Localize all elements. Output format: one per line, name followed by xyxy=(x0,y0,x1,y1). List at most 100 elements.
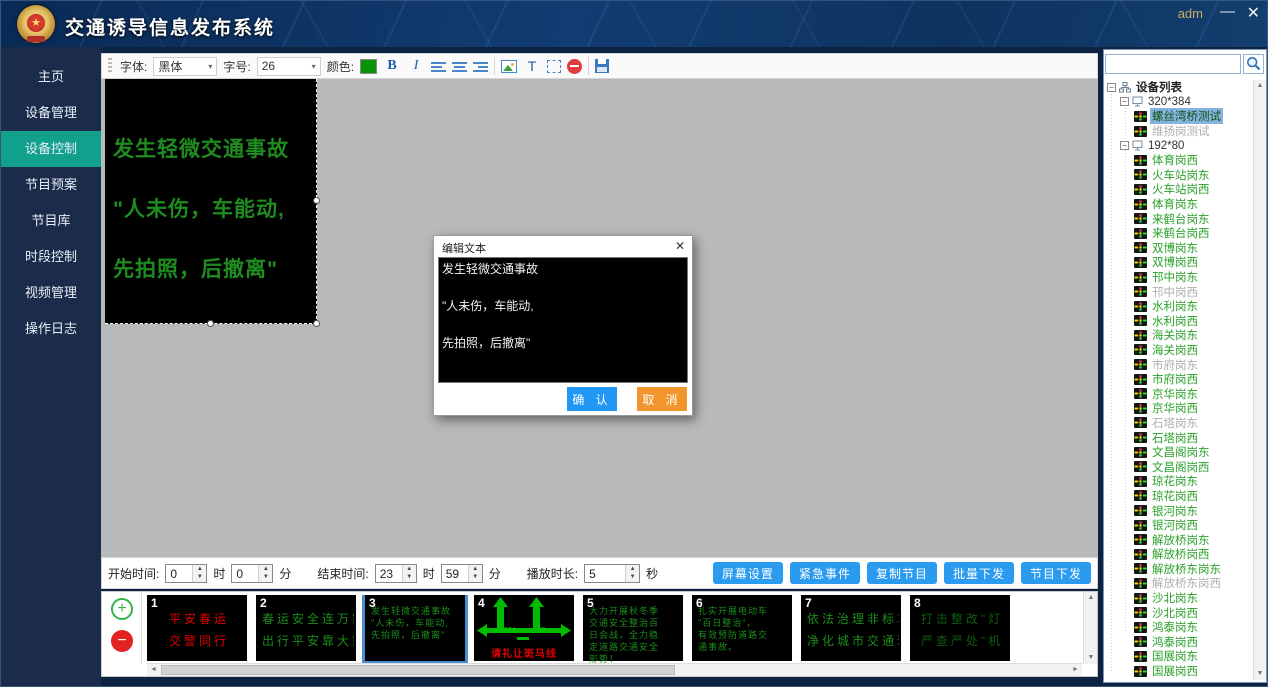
tree-device-2-8[interactable]: 双博岗西 xyxy=(1104,255,1253,270)
dialog-textarea[interactable]: 发生轻微交通事故 "人未伤，车能动, 先拍照，后撤离" xyxy=(438,257,688,383)
remove-program-button[interactable]: − xyxy=(111,630,133,652)
thumbs-vertical-scrollbar[interactable]: ▲ ▼ xyxy=(1083,592,1097,664)
program-thumbnail-8[interactable]: 8打击整改"灯严查严处"机 xyxy=(910,595,1010,661)
delete-item-icon[interactable] xyxy=(567,59,582,74)
tree-group-2[interactable]: −192*80 xyxy=(1104,138,1253,153)
thumbs-horizontal-scrollbar[interactable]: ◄ ► xyxy=(147,663,1082,676)
spin-up-icon[interactable]: ▲ xyxy=(469,565,482,574)
tree-device-2-11[interactable]: 水利岗东 xyxy=(1104,299,1253,314)
tree-device-2-16[interactable]: 市府岗西 xyxy=(1104,372,1253,387)
tree-device-2-35[interactable]: 国展岗东 xyxy=(1104,649,1253,664)
sidebar-item-7[interactable]: 视频管理 xyxy=(1,275,101,311)
tree-device-2-3[interactable]: 火车站岗西 xyxy=(1104,182,1253,197)
search-button[interactable] xyxy=(1243,54,1264,74)
end-hour-stepper[interactable]: 23 ▲▼ xyxy=(375,564,417,583)
scrollbar-thumb[interactable] xyxy=(161,665,675,675)
tree-device-2-1[interactable]: 体育岗西 xyxy=(1104,153,1253,168)
scroll-left-icon[interactable]: ◄ xyxy=(147,664,160,676)
sidebar-item-3[interactable]: 设备控制 xyxy=(1,131,101,167)
spin-down-icon[interactable]: ▼ xyxy=(469,573,482,582)
scroll-down-icon[interactable]: ▼ xyxy=(1084,652,1098,664)
tree-device-2-21[interactable]: 文昌阁岗东 xyxy=(1104,445,1253,460)
program-thumbnail-3[interactable]: 3发生轻微交通事故"人未伤，车能动,先拍照，后撤离" xyxy=(365,595,465,661)
tree-device-2-18[interactable]: 京华岗西 xyxy=(1104,401,1253,416)
tree-device-2-14[interactable]: 海关岗西 xyxy=(1104,343,1253,358)
italic-button[interactable]: I xyxy=(407,57,425,75)
program-thumbnail-2[interactable]: 2春运安全连万家出行平安靠大家 xyxy=(256,595,356,661)
program-thumbnail-7[interactable]: 7依法治理非标车辆净化城市交通环境 xyxy=(801,595,901,661)
action-button-4[interactable]: 批量下发 xyxy=(944,562,1014,584)
spin-up-icon[interactable]: ▲ xyxy=(626,565,639,574)
text-tool-icon[interactable]: T xyxy=(523,57,541,75)
cancel-button[interactable]: 取 消 xyxy=(637,387,687,411)
tree-device-2-32[interactable]: 沙北岗西 xyxy=(1104,605,1253,620)
edit-canvas[interactable]: 发生轻微交通事故"人未伤，车能动,先拍照，后撤离" 编辑文本 ✕ 发生轻微交通事… xyxy=(101,79,1098,557)
scroll-right-icon[interactable]: ► xyxy=(1069,664,1082,676)
align-left-icon[interactable] xyxy=(431,59,446,73)
tree-root[interactable]: −设备列表 xyxy=(1104,80,1253,95)
confirm-button[interactable]: 确 认 xyxy=(567,387,617,411)
tree-device-2-22[interactable]: 文昌阁岗西 xyxy=(1104,459,1253,474)
minimize-icon[interactable]: — xyxy=(1220,3,1235,20)
sidebar-item-1[interactable]: 主页 xyxy=(1,59,101,95)
tree-device-2-30[interactable]: 解放桥东岗西 xyxy=(1104,576,1253,591)
spin-down-icon[interactable]: ▼ xyxy=(193,573,206,582)
action-button-2[interactable]: 紧急事件 xyxy=(790,562,860,584)
tree-device-2-6[interactable]: 来鹤台岗西 xyxy=(1104,226,1253,241)
color-swatch[interactable] xyxy=(360,59,377,74)
program-thumbnail-6[interactable]: 6扎实开展电动车"百日整治"，有效预防道路交通事故。 xyxy=(692,595,792,661)
sidebar-item-8[interactable]: 操作日志 xyxy=(1,311,101,347)
led-preview[interactable]: 发生轻微交通事故"人未伤，车能动,先拍照，后撤离" xyxy=(105,79,317,324)
add-program-button[interactable]: + xyxy=(111,598,133,620)
tree-device-2-9[interactable]: 邗中岗东 xyxy=(1104,270,1253,285)
action-button-5[interactable]: 节目下发 xyxy=(1021,562,1091,584)
align-center-icon[interactable] xyxy=(452,59,467,73)
spin-down-icon[interactable]: ▼ xyxy=(626,573,639,582)
spin-up-icon[interactable]: ▲ xyxy=(193,565,206,574)
tree-device-2-15[interactable]: 市府岗东 xyxy=(1104,357,1253,372)
collapse-icon[interactable]: − xyxy=(1107,83,1116,92)
tree-device-2-2[interactable]: 火车站岗东 xyxy=(1104,168,1253,183)
tree-device-2-17[interactable]: 京华岗东 xyxy=(1104,386,1253,401)
spin-up-icon[interactable]: ▲ xyxy=(403,565,416,574)
tree-device-2-27[interactable]: 解放桥岗东 xyxy=(1104,532,1253,547)
toolbar-grip[interactable] xyxy=(108,58,112,74)
fit-screen-icon[interactable] xyxy=(547,60,561,73)
tree-device-2-13[interactable]: 海关岗东 xyxy=(1104,328,1253,343)
tree-device-2-23[interactable]: 琼花岗东 xyxy=(1104,474,1253,489)
duration-stepper[interactable]: 5 ▲▼ xyxy=(584,564,640,583)
save-icon[interactable] xyxy=(595,59,609,73)
program-thumbnail-1[interactable]: 1平安春运交警同行 xyxy=(147,595,247,661)
logged-in-user[interactable]: adm xyxy=(1178,6,1203,21)
tree-device-2-7[interactable]: 双博岗东 xyxy=(1104,241,1253,256)
tree-device-1-1[interactable]: 螺丝湾桥测试 xyxy=(1104,109,1253,124)
scroll-up-icon[interactable]: ▲ xyxy=(1084,592,1098,604)
tree-device-2-19[interactable]: 石塔岗东 xyxy=(1104,416,1253,431)
align-right-icon[interactable] xyxy=(473,59,488,73)
collapse-icon[interactable]: − xyxy=(1120,97,1129,106)
tree-device-2-34[interactable]: 鸿泰岗西 xyxy=(1104,635,1253,650)
insert-image-icon[interactable] xyxy=(501,60,517,73)
tree-device-2-5[interactable]: 来鹤台岗东 xyxy=(1104,211,1253,226)
font-select[interactable]: 黑体 ▾ xyxy=(153,57,217,76)
tree-device-2-25[interactable]: 银河岗东 xyxy=(1104,503,1253,518)
action-button-3[interactable]: 复制节目 xyxy=(867,562,937,584)
resize-handle-bottom[interactable] xyxy=(207,320,214,327)
program-thumbnail-5[interactable]: 5大力开展秋冬季交通安全整治百日会战，全力稳定道路交通安全形势！ xyxy=(583,595,683,661)
sidebar-item-5[interactable]: 节目库 xyxy=(1,203,101,239)
dialog-close-icon[interactable]: ✕ xyxy=(675,239,685,253)
bold-button[interactable]: B xyxy=(383,57,401,75)
tree-device-2-12[interactable]: 水利岗西 xyxy=(1104,314,1253,329)
tree-device-2-20[interactable]: 石塔岗西 xyxy=(1104,430,1253,445)
resize-handle-corner[interactable] xyxy=(313,320,320,327)
size-select[interactable]: 26 ▾ xyxy=(257,57,321,76)
tree-device-1-2[interactable]: 维扬岗测试 xyxy=(1104,124,1253,139)
spin-down-icon[interactable]: ▼ xyxy=(259,573,272,582)
end-minute-stepper[interactable]: 59 ▲▼ xyxy=(441,564,483,583)
spin-up-icon[interactable]: ▲ xyxy=(259,565,272,574)
tree-device-2-24[interactable]: 琼花岗西 xyxy=(1104,489,1253,504)
sidebar-item-2[interactable]: 设备管理 xyxy=(1,95,101,131)
sidebar-item-6[interactable]: 时段控制 xyxy=(1,239,101,275)
tree-device-2-31[interactable]: 沙北岗东 xyxy=(1104,591,1253,606)
scroll-down-icon[interactable]: ▼ xyxy=(1254,668,1266,680)
